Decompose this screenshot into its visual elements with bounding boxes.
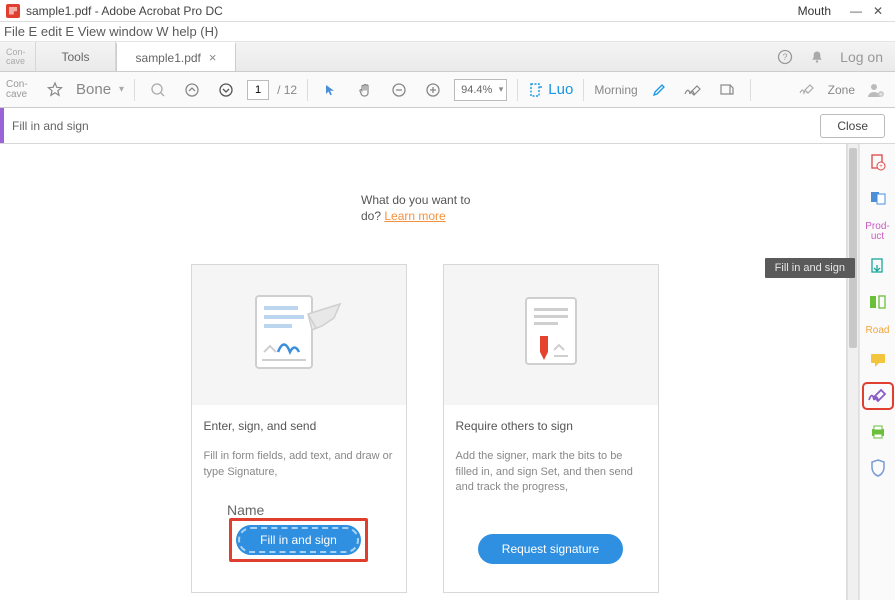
bone-label[interactable]: Bone (76, 81, 111, 98)
tab-home[interactable]: Con- cave (0, 42, 36, 71)
request-signature-button[interactable]: Request signature (478, 534, 623, 564)
morning-tool[interactable]: Morning (594, 83, 637, 97)
zoom-out-alt-icon[interactable] (145, 76, 171, 104)
window-title: sample1.pdf - Adobe Acrobat Pro DC (26, 4, 223, 18)
tab-document-active[interactable]: sample1.pdf × (116, 42, 236, 71)
acrobat-app-icon (6, 4, 20, 18)
rail-edit-pdf-icon[interactable] (864, 186, 892, 210)
rail-fill-sign-icon[interactable] (864, 384, 892, 408)
vertical-scrollbar[interactable] (847, 144, 859, 600)
save-button[interactable]: Con-cave (6, 80, 34, 100)
rail-organize-icon[interactable] (864, 290, 892, 314)
notifications-icon[interactable] (808, 48, 826, 66)
zoom-level-select[interactable]: 94.4% (454, 79, 507, 101)
page-number-input[interactable] (247, 80, 269, 100)
sign-tool-icon[interactable] (794, 76, 820, 104)
card-fill-sign-title: Enter, sign, and send (204, 419, 394, 433)
close-window-button[interactable]: ✕ (867, 4, 889, 18)
rail-protect-icon[interactable] (864, 456, 892, 480)
card-fill-sign-highlight: Fill in and sign (229, 518, 368, 562)
zoom-in-icon[interactable] (420, 76, 446, 104)
rail-print-icon[interactable] (864, 420, 892, 444)
log-on-link[interactable]: Log on (840, 49, 883, 65)
card-request-title: Require others to sign (456, 419, 646, 433)
tab-document-label: sample1.pdf (136, 51, 201, 65)
fill-and-sign-button[interactable]: Fill in and sign (236, 525, 361, 555)
tab-close-icon[interactable]: × (209, 50, 217, 65)
card-fill-sign-desc: Fill in form fields, add text, and draw … (204, 449, 394, 480)
prompt-text: What do you want to do? Learn more (361, 192, 471, 224)
tab-tools[interactable]: Tools (36, 42, 116, 71)
minimize-button[interactable]: — (845, 4, 867, 18)
main-area: What do you want to do? Learn more (3, 144, 895, 600)
titlebar-label: Mouth (798, 4, 831, 18)
rail-create-pdf-icon[interactable]: + (864, 150, 892, 174)
zone-label[interactable]: Zone (828, 83, 855, 97)
rail-road-label[interactable]: Road (866, 326, 890, 336)
fill-sign-close-button[interactable]: Close (820, 114, 885, 138)
tab-strip: Con- cave Tools sample1.pdf × ? Log on (0, 42, 895, 72)
page-total-label: / 12 (277, 83, 297, 97)
svg-text:?: ? (783, 52, 788, 62)
zoom-out-icon[interactable] (386, 76, 412, 104)
help-icon[interactable]: ? (776, 48, 794, 66)
luo-tool[interactable]: Luo (528, 76, 573, 104)
main-toolbar: Con-cave Bone ▾ / 12 94.4% Luo Morning Z… (0, 72, 895, 108)
card-fill-sign-illustration (192, 265, 406, 405)
page-up-icon[interactable] (179, 76, 205, 104)
card-fill-sign: Enter, sign, and send Fill in form field… (191, 264, 407, 592)
morning-pen-icon[interactable] (646, 76, 672, 104)
hand-tool-icon[interactable] (352, 76, 378, 104)
rail-name-label: Name (227, 502, 671, 518)
svg-text:+: + (880, 92, 883, 98)
menubar-text[interactable]: File E edit E View window W help (H) (4, 24, 218, 39)
window-titlebar: sample1.pdf - Adobe Acrobat Pro DC Mouth… (0, 0, 895, 22)
right-tool-rail: + Prod- uct Road (859, 144, 895, 600)
rail-comment-icon[interactable] (864, 348, 892, 372)
card-request-signature: Require others to sign Add the signer, m… (443, 264, 659, 592)
fill-sign-label: Fill in and sign (4, 119, 89, 133)
document-canvas[interactable]: What do you want to do? Learn more (3, 144, 847, 600)
stamp-tool-icon[interactable] (714, 76, 740, 104)
page-down-icon[interactable] (213, 76, 239, 104)
card-request-desc: Add the signer, mark the bits to be fill… (456, 449, 646, 495)
menubar[interactable]: File E edit E View window W help (H) (0, 22, 895, 42)
signature-tool-icon[interactable] (680, 76, 706, 104)
user-tool-icon[interactable]: + (863, 76, 889, 104)
rail-product-label[interactable]: Prod- uct (865, 222, 889, 242)
fill-sign-tooltip: Fill in and sign (765, 258, 855, 278)
svg-text:+: + (879, 164, 883, 170)
scrollbar-thumb[interactable] (849, 148, 857, 348)
fill-sign-bar: Fill in and sign Close (0, 108, 895, 144)
learn-more-link[interactable]: Learn more (384, 209, 445, 223)
star-icon[interactable] (42, 76, 68, 104)
rail-export-pdf-icon[interactable] (864, 254, 892, 278)
selection-tool-icon[interactable] (318, 76, 344, 104)
card-request-illustration (444, 265, 658, 405)
